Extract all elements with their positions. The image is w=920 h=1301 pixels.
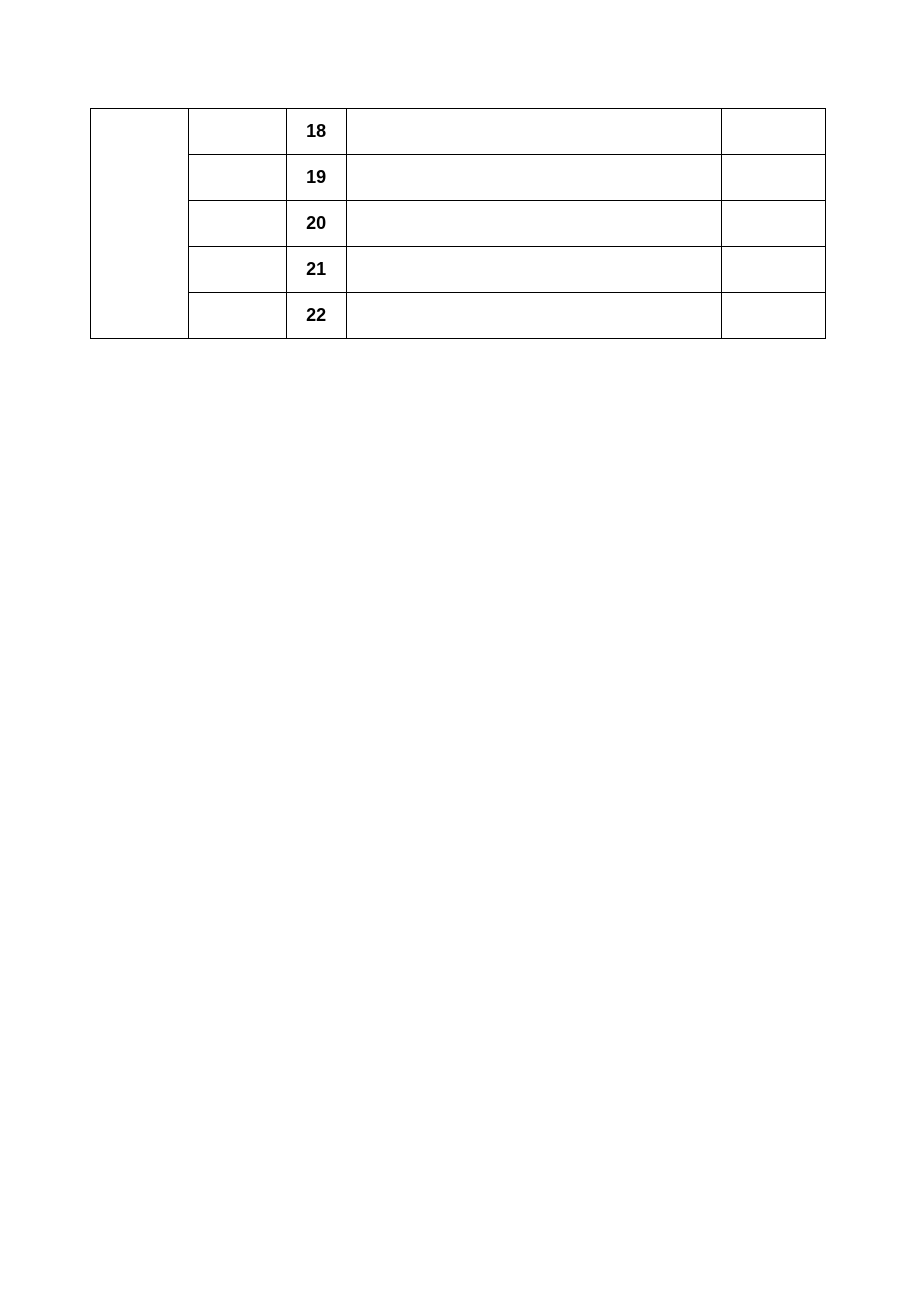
table-cell [722, 247, 826, 293]
table-cell [722, 201, 826, 247]
table-cell [188, 247, 286, 293]
table-cell [346, 201, 721, 247]
table-cell [722, 293, 826, 339]
table-cell [188, 109, 286, 155]
table-row: 18 [91, 109, 826, 155]
table-cell-merged [91, 109, 189, 339]
table-cell-number: 20 [286, 201, 346, 247]
table-cell-number: 18 [286, 109, 346, 155]
table-cell [188, 293, 286, 339]
table-row: 21 [91, 247, 826, 293]
table-cell-number: 19 [286, 155, 346, 201]
table-cell-number: 21 [286, 247, 346, 293]
table-cell [346, 247, 721, 293]
table-cell [722, 155, 826, 201]
table-row: 19 [91, 155, 826, 201]
table-cell [346, 109, 721, 155]
table-cell-number: 22 [286, 293, 346, 339]
table-row: 20 [91, 201, 826, 247]
table-row: 22 [91, 293, 826, 339]
table-cell [346, 293, 721, 339]
table-cell [722, 109, 826, 155]
table-cell [188, 155, 286, 201]
table-cell [346, 155, 721, 201]
document-table: 18 19 20 21 22 [90, 108, 826, 339]
table-cell [188, 201, 286, 247]
